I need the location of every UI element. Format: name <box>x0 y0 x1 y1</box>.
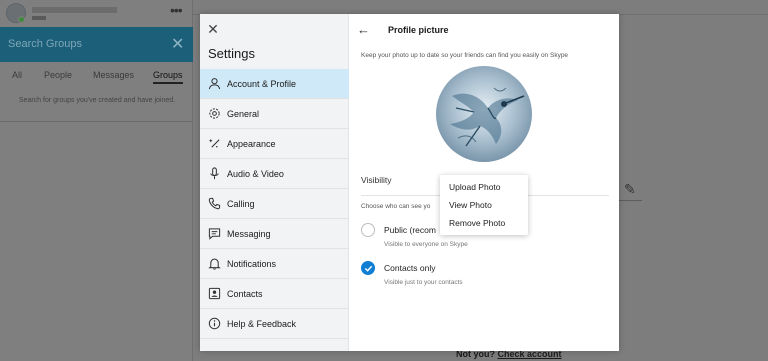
option-public-sub: Visible to everyone on Skype <box>384 241 468 248</box>
nav-label: Appearance <box>227 138 276 149</box>
settings-sidebar: ✕ Settings Account & Profile General App… <box>200 14 349 351</box>
divider <box>0 121 193 122</box>
divider <box>618 200 642 201</box>
gear-icon <box>207 107 221 121</box>
chat-icon <box>207 227 221 241</box>
nav-item-contacts[interactable]: Contacts <box>200 279 349 309</box>
tab-messages[interactable]: Messages <box>93 70 134 80</box>
person-icon <box>207 77 221 91</box>
online-status-icon <box>18 16 25 23</box>
profile-picture[interactable] <box>436 66 532 162</box>
contact-card-icon <box>207 287 221 301</box>
option-contacts-sub: Visible just to your contacts <box>384 279 463 286</box>
radio-public[interactable] <box>361 223 375 237</box>
search-input[interactable]: Search Groups <box>8 38 82 50</box>
settings-title: Settings <box>208 46 255 61</box>
nav-item-audio-video[interactable]: Audio & Video <box>200 159 349 189</box>
tab-people[interactable]: People <box>44 70 72 80</box>
radio-contacts-only[interactable] <box>361 261 375 275</box>
edit-pencil-icon[interactable]: ✎ <box>624 181 636 198</box>
phone-icon <box>207 197 221 211</box>
nav-label: General <box>227 108 260 119</box>
nav-label: Account & Profile <box>227 78 297 89</box>
close-button[interactable]: ✕ <box>206 21 220 37</box>
profile-photo-menu: Upload Photo View Photo Remove Photo <box>440 175 528 235</box>
more-options-icon[interactable]: ••• <box>170 2 183 18</box>
choose-visibility-text: Choose who can see yo <box>361 203 431 210</box>
magic-wand-icon <box>207 137 221 151</box>
nav-label: Calling <box>227 198 255 209</box>
search-bar[interactable]: Search Groups ✕ <box>0 27 193 62</box>
nav-item-account-profile[interactable]: Account & Profile <box>200 69 349 99</box>
background-header: ••• <box>0 0 193 27</box>
nav-item-calling[interactable]: Calling <box>200 189 349 219</box>
groups-hint: Search for groups you've created and hav… <box>18 97 176 104</box>
tab-all[interactable]: All <box>12 70 22 80</box>
settings-nav: Account & Profile General Appearance Aud… <box>200 69 349 339</box>
menu-item-upload-photo[interactable]: Upload Photo <box>440 178 528 196</box>
option-contacts-label[interactable]: Contacts only <box>384 263 436 273</box>
page-title: Profile picture <box>388 25 449 35</box>
nav-item-notifications[interactable]: Notifications <box>200 249 349 279</box>
settings-dialog: ✕ Settings Account & Profile General App… <box>200 14 619 351</box>
nav-label: Help & Feedback <box>227 318 297 329</box>
info-icon <box>207 317 221 331</box>
background-sidebar: ••• Search Groups ✕ All People Messages … <box>0 0 193 361</box>
option-public-label[interactable]: Public (recom <box>384 225 436 235</box>
user-credit-redacted <box>32 16 46 20</box>
visibility-label: Visibility <box>361 175 392 185</box>
user-name-redacted <box>32 7 117 13</box>
nav-label: Notifications <box>227 258 277 269</box>
microphone-icon <box>207 167 221 181</box>
nav-item-appearance[interactable]: Appearance <box>200 129 349 159</box>
tab-groups[interactable]: Groups <box>153 70 183 84</box>
menu-item-view-photo[interactable]: View Photo <box>440 196 528 214</box>
menu-item-remove-photo[interactable]: Remove Photo <box>440 214 528 232</box>
nav-item-help-feedback[interactable]: Help & Feedback <box>200 309 349 339</box>
checkmark-icon <box>364 265 372 272</box>
nav-item-messaging[interactable]: Messaging <box>200 219 349 249</box>
nav-label: Messaging <box>227 228 271 239</box>
nav-label: Contacts <box>227 288 263 299</box>
bell-icon <box>207 257 221 271</box>
nav-label: Audio & Video <box>227 168 284 179</box>
search-tabs: All People Messages Groups <box>0 62 193 88</box>
back-arrow-icon[interactable]: ← <box>357 22 370 37</box>
close-icon[interactable]: ✕ <box>171 34 184 54</box>
profile-description: Keep your photo up to date so your frien… <box>361 52 569 59</box>
nav-item-general[interactable]: General <box>200 99 349 129</box>
hummingbird-image <box>436 66 532 162</box>
